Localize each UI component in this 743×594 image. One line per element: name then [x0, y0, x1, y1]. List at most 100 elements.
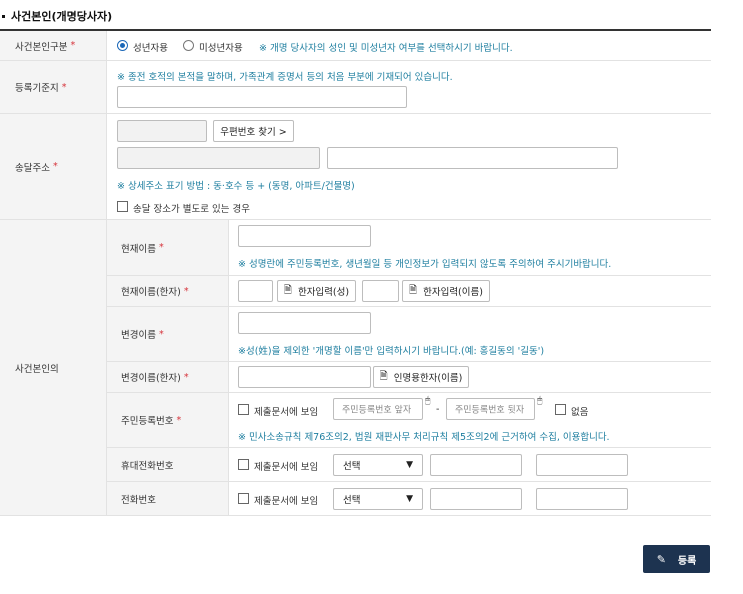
mobile-prefix-value: 선택	[343, 461, 361, 472]
name-hanja-button[interactable]: 🗎 인명용한자(이름)	[373, 366, 469, 388]
rrn-none-label[interactable]: 없음	[571, 404, 588, 418]
required-mark: *	[70, 40, 76, 51]
row-divider	[107, 481, 711, 482]
hanja-surname-button[interactable]: 🗎 한자입력(성)	[277, 280, 356, 302]
radio-adult[interactable]	[117, 40, 128, 51]
label-text: 변경이름(한자)	[121, 373, 181, 384]
rrn-front-placeholder: 주민등록번호 앞자	[342, 405, 412, 416]
row-divider	[107, 447, 711, 448]
registry-input[interactable]	[117, 86, 407, 108]
hanja-given-label: 한자입력(이름)	[423, 287, 483, 298]
rrn-note: ※ 민사소송규칙 제76조의2, 법원 재판사무 처리규칙 제5조의2에 근거하…	[238, 432, 610, 443]
label-mobile: 휴대전화번호	[107, 448, 228, 481]
label-registry: 등록기준지 *	[0, 61, 106, 113]
current-given-hanja-input[interactable]	[362, 280, 399, 302]
zipcode-input[interactable]	[117, 120, 207, 142]
chevron-down-icon: ▼	[406, 460, 413, 470]
label-text: 주민등록번호	[121, 416, 174, 427]
radio-minor[interactable]	[183, 40, 194, 51]
mobile-prefix-select[interactable]: 선택 ▼	[333, 454, 423, 476]
column-divider	[106, 31, 107, 515]
category-note: ※ 개명 당사자의 성인 및 미성년자 여부를 선택하시기 바랍니다.	[259, 43, 513, 54]
required-mark: *	[61, 81, 67, 93]
required-mark: *	[183, 371, 189, 383]
required-mark: *	[183, 285, 189, 297]
section-title: 사건본인(개명당사자)	[0, 8, 112, 24]
column-divider	[228, 220, 229, 515]
required-mark: *	[158, 242, 164, 253]
rrn-back-placeholder: 주민등록번호 뒷자	[455, 405, 525, 416]
radio-minor-label[interactable]: 미성년자용	[199, 40, 243, 54]
label-address: 송달주소 *	[0, 114, 106, 219]
row-divider	[107, 361, 711, 362]
row-divider	[107, 392, 711, 393]
required-mark: *	[176, 414, 182, 426]
table-bottom-border	[0, 515, 711, 516]
address-base-input[interactable]	[117, 147, 320, 169]
phone-middle-input[interactable]	[430, 488, 522, 510]
phone-prefix-value: 선택	[343, 495, 361, 506]
required-mark: *	[158, 328, 164, 340]
current-surname-hanja-input[interactable]	[238, 280, 273, 302]
rrn-include-label[interactable]: 제출문서에 보임	[254, 404, 318, 418]
mobile-include-label[interactable]: 제출문서에 보임	[254, 459, 318, 473]
mobile-last-input[interactable]	[536, 454, 628, 476]
label-text: 휴대전화번호	[121, 460, 174, 472]
phone-include-checkbox[interactable]	[238, 493, 249, 504]
label-text: 현재이름	[121, 243, 156, 255]
rrn-none-checkbox[interactable]	[555, 404, 566, 415]
name-hanja-label: 인명용한자(이름)	[393, 373, 463, 384]
register-button[interactable]: ✎ 등록	[643, 545, 710, 573]
mobile-include-checkbox[interactable]	[238, 459, 249, 470]
rrn-include-checkbox[interactable]	[238, 404, 249, 415]
zipcode-search-button[interactable]: 우편번호 찾기 >	[213, 120, 294, 142]
bullet-icon	[2, 14, 5, 18]
chevron-down-icon: ▼	[406, 494, 413, 504]
row-divider	[107, 275, 711, 276]
label-phone: 전화번호	[107, 482, 228, 515]
registry-note: ※ 종전 호적의 본적을 말하며, 가족관계 증명서 등의 처음 부분에 기재되…	[117, 72, 453, 83]
required-mark: *	[52, 161, 58, 172]
current-name-input[interactable]	[238, 225, 371, 247]
label-text: 송달주소	[15, 162, 50, 174]
register-button-label: 등록	[677, 555, 697, 567]
rrn-dash: -	[436, 404, 440, 415]
mouse-icon: 🖱	[425, 396, 431, 406]
new-name-note: ※성(姓)을 제외한 '개명할 이름'만 입력하시기 바랍니다.(예: 홍길동의…	[238, 346, 545, 357]
address-detail-input[interactable]	[327, 147, 618, 169]
label-current-name: 현재이름 *	[107, 220, 228, 275]
label-text: 사건본인의	[15, 363, 59, 375]
phone-last-input[interactable]	[536, 488, 628, 510]
new-name-input[interactable]	[238, 312, 371, 334]
label-current-name-hanja: 현재이름(한자) *	[107, 276, 228, 306]
document-icon: 🗎	[409, 284, 418, 296]
section-title-text: 사건본인(개명당사자)	[11, 10, 113, 23]
label-text: 현재이름(한자)	[121, 287, 181, 298]
rrn-front-input[interactable]: 주민등록번호 앞자	[333, 398, 423, 420]
pencil-icon: ✎	[656, 552, 666, 566]
mouse-icon: 🖱	[537, 396, 543, 406]
address-note: ※ 상세주소 표기 방법 : 동·호수 등 + (동명, 아파트/건물명)	[117, 181, 355, 192]
document-icon: 🗎	[379, 370, 388, 382]
label-text: 사건본인구분	[15, 41, 68, 53]
label-rrn: 주민등록번호 *	[107, 393, 228, 447]
separate-address-checkbox[interactable]	[117, 201, 128, 212]
phone-include-label[interactable]: 제출문서에 보임	[254, 493, 318, 507]
phone-prefix-select[interactable]: 선택 ▼	[333, 488, 423, 510]
rrn-back-input[interactable]: 주민등록번호 뒷자	[446, 398, 535, 420]
row-divider	[107, 306, 711, 307]
hanja-given-button[interactable]: 🗎 한자입력(이름)	[402, 280, 490, 302]
document-icon: 🗎	[283, 284, 292, 296]
radio-adult-label[interactable]: 성년자용	[133, 40, 168, 54]
label-person: 사건본인의	[0, 220, 106, 515]
label-text: 전화번호	[121, 494, 156, 506]
label-new-name: 변경이름 *	[107, 307, 228, 361]
current-name-note: ※ 성명란에 주민등록번호, 생년월일 등 개인정보가 입력되지 않도록 주의하…	[238, 259, 612, 270]
label-text: 등록기준지	[15, 83, 59, 94]
label-new-name-hanja: 변경이름(한자) *	[107, 362, 228, 392]
new-name-hanja-input[interactable]	[238, 366, 371, 388]
hanja-surname-label: 한자입력(성)	[297, 287, 350, 298]
label-text: 변경이름	[121, 330, 156, 341]
separate-address-label[interactable]: 송달 장소가 별도로 있는 경우	[133, 201, 250, 215]
mobile-middle-input[interactable]	[430, 454, 522, 476]
